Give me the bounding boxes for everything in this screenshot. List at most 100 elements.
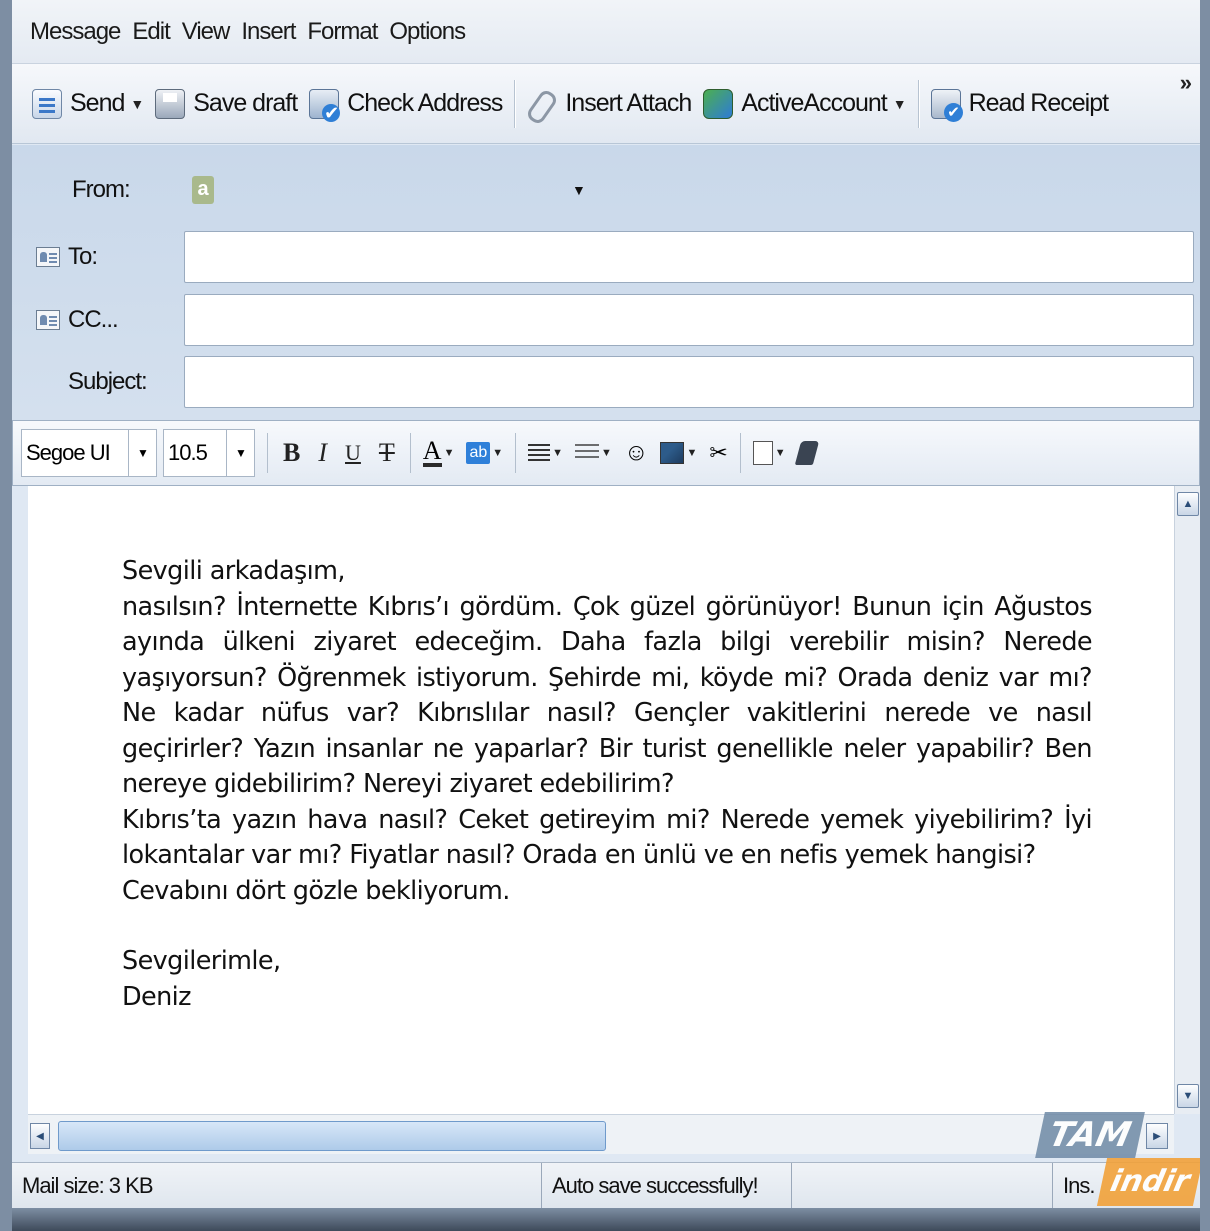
send-dropdown-icon[interactable]: ▼ <box>130 96 144 112</box>
bullet-list-icon[interactable] <box>575 444 600 462</box>
format-separator <box>267 433 268 473</box>
save-draft-button[interactable]: Save draft <box>149 80 303 128</box>
cc-field[interactable] <box>184 294 1194 346</box>
read-receipt-label: Read Receipt <box>968 89 1109 117</box>
menu-insert[interactable]: Insert <box>241 18 296 46</box>
save-icon <box>155 88 186 119</box>
format-painter-icon[interactable] <box>794 441 819 465</box>
font-name-value: Segoe UI <box>26 440 111 465</box>
subject-label: Subject: <box>68 368 148 395</box>
active-account-button[interactable]: ActiveAccount ▼ <box>697 80 911 128</box>
address-book-icon <box>36 310 60 330</box>
font-size-select[interactable]: 10.5 ▼ <box>163 429 255 477</box>
horizontal-scroll-thumb[interactable] <box>58 1121 606 1151</box>
greeting-line: Sevgili arkadaşım, <box>122 556 346 586</box>
from-label: From: <box>72 176 131 203</box>
cc-row: CC... <box>12 293 1200 347</box>
main-toolbar: Send ▼ Save draft Check Address Insert A… <box>12 64 1200 144</box>
format-toolbar: Segoe UI ▼ 10.5 ▼ B I U T A ▼ ab ▼ ▼ ▼ ☺… <box>12 420 1200 486</box>
subject-row: Subject: <box>12 355 1200 409</box>
insert-document-icon[interactable] <box>752 441 773 465</box>
font-size-value: 10.5 <box>168 440 208 465</box>
account-dropdown-icon[interactable]: ▼ <box>893 96 907 112</box>
window-bottom-frame <box>12 1208 1200 1231</box>
message-body-editor[interactable]: Sevgili arkadaşım, nasılsın? İnternette … <box>28 486 1174 1114</box>
body-paragraph: Kıbrıs’ta yazın hava nasıl? Ceket getire… <box>122 804 1093 871</box>
insert-attach-button[interactable]: Insert Attach <box>521 80 697 128</box>
save-draft-label: Save draft <box>193 89 298 117</box>
paperclip-icon <box>527 89 557 119</box>
menu-bar: Message Edit View Insert Format Options <box>12 0 1200 64</box>
read-receipt-icon <box>930 88 963 122</box>
watermark-bottom: indir <box>1096 1158 1200 1206</box>
scroll-up-icon[interactable]: ▲ <box>1177 492 1199 516</box>
font-color-dropdown-icon[interactable]: ▼ <box>444 447 455 459</box>
to-label: To: <box>68 243 98 270</box>
send-icon <box>32 88 62 119</box>
cc-label-group[interactable]: CC... <box>36 306 119 334</box>
document-dropdown-icon[interactable]: ▼ <box>775 447 786 459</box>
from-row: From: a ▼ <box>12 163 1200 217</box>
cut-icon[interactable]: ✂ <box>709 440 727 466</box>
send-label: Send <box>70 89 125 117</box>
align-dropdown-icon[interactable]: ▼ <box>552 447 563 459</box>
check-address-label: Check Address <box>347 89 503 117</box>
cc-label: CC... <box>68 306 119 333</box>
emoticon-icon[interactable]: ☺ <box>624 439 649 467</box>
menu-message[interactable]: Message <box>30 18 121 46</box>
watermark-top: TAM <box>1035 1112 1145 1158</box>
italic-button[interactable]: I <box>318 438 327 468</box>
format-separator <box>739 433 741 473</box>
watermark-logo: TAM indir <box>1032 1112 1200 1208</box>
highlight-button[interactable]: ab <box>466 442 491 464</box>
strikethrough-button[interactable]: T <box>379 438 395 468</box>
scroll-down-icon[interactable]: ▼ <box>1177 1084 1199 1108</box>
read-receipt-button[interactable]: Read Receipt <box>925 80 1114 128</box>
vertical-scrollbar[interactable]: ▲ ▼ <box>1174 486 1200 1114</box>
account-logo-icon: a <box>192 176 214 204</box>
to-label-group[interactable]: To: <box>36 243 98 271</box>
closing-line: Cevabını dört gözle bekliyorum. <box>122 875 510 906</box>
list-dropdown-icon[interactable]: ▼ <box>601 447 612 459</box>
menu-options[interactable]: Options <box>389 18 466 46</box>
signature-line: Deniz <box>122 981 192 1012</box>
toolbar-separator <box>514 79 516 128</box>
chevron-down-icon: ▼ <box>226 430 254 476</box>
subject-field[interactable] <box>184 356 1194 408</box>
toolbar-overflow-icon[interactable]: » <box>1180 70 1192 96</box>
highlight-dropdown-icon[interactable]: ▼ <box>492 447 503 459</box>
compose-window: Message Edit View Insert Format Options … <box>0 0 1210 1231</box>
toolbar-separator <box>917 79 919 128</box>
menu-format[interactable]: Format <box>307 18 378 46</box>
letter-text: Sevgili arkadaşım, nasılsın? İnternette … <box>122 554 1093 1015</box>
insert-attach-label: Insert Attach <box>565 89 692 117</box>
body-paragraph: nasılsın? İnternette Kıbrıs’ı gördüm. Ço… <box>122 591 1093 800</box>
menu-edit[interactable]: Edit <box>132 18 170 46</box>
mail-size-status: Mail size: 3 KB <box>12 1163 542 1208</box>
menu-view[interactable]: View <box>182 18 231 46</box>
align-icon[interactable] <box>528 444 551 462</box>
font-color-button[interactable]: A <box>422 438 442 467</box>
image-dropdown-icon[interactable]: ▼ <box>686 447 697 459</box>
underline-button[interactable]: U <box>345 440 361 466</box>
horizontal-scrollbar[interactable]: ◀ ▶ <box>28 1114 1174 1154</box>
font-name-select[interactable]: Segoe UI ▼ <box>21 429 157 477</box>
send-button[interactable]: Send ▼ <box>26 80 149 128</box>
status-spacer <box>792 1163 1052 1208</box>
chevron-down-icon: ▼ <box>128 430 156 476</box>
check-address-button[interactable]: Check Address <box>303 80 508 128</box>
scroll-left-icon[interactable]: ◀ <box>30 1123 50 1149</box>
autosave-status: Auto save successfully! <box>542 1163 792 1208</box>
active-account-label: ActiveAccount <box>741 89 887 117</box>
bold-button[interactable]: B <box>283 438 300 468</box>
insert-image-icon[interactable] <box>660 442 685 464</box>
address-book-icon <box>36 247 60 267</box>
account-sync-icon <box>703 88 734 119</box>
to-row: To: <box>12 230 1200 284</box>
status-bar: Mail size: 3 KB Auto save successfully! … <box>12 1162 1200 1208</box>
message-header: From: a ▼ To: CC... Subject: <box>12 145 1200 420</box>
to-field[interactable] <box>184 231 1194 283</box>
signoff-line: Sevgilerimle, <box>122 946 281 976</box>
from-dropdown-icon[interactable]: ▼ <box>572 182 586 198</box>
